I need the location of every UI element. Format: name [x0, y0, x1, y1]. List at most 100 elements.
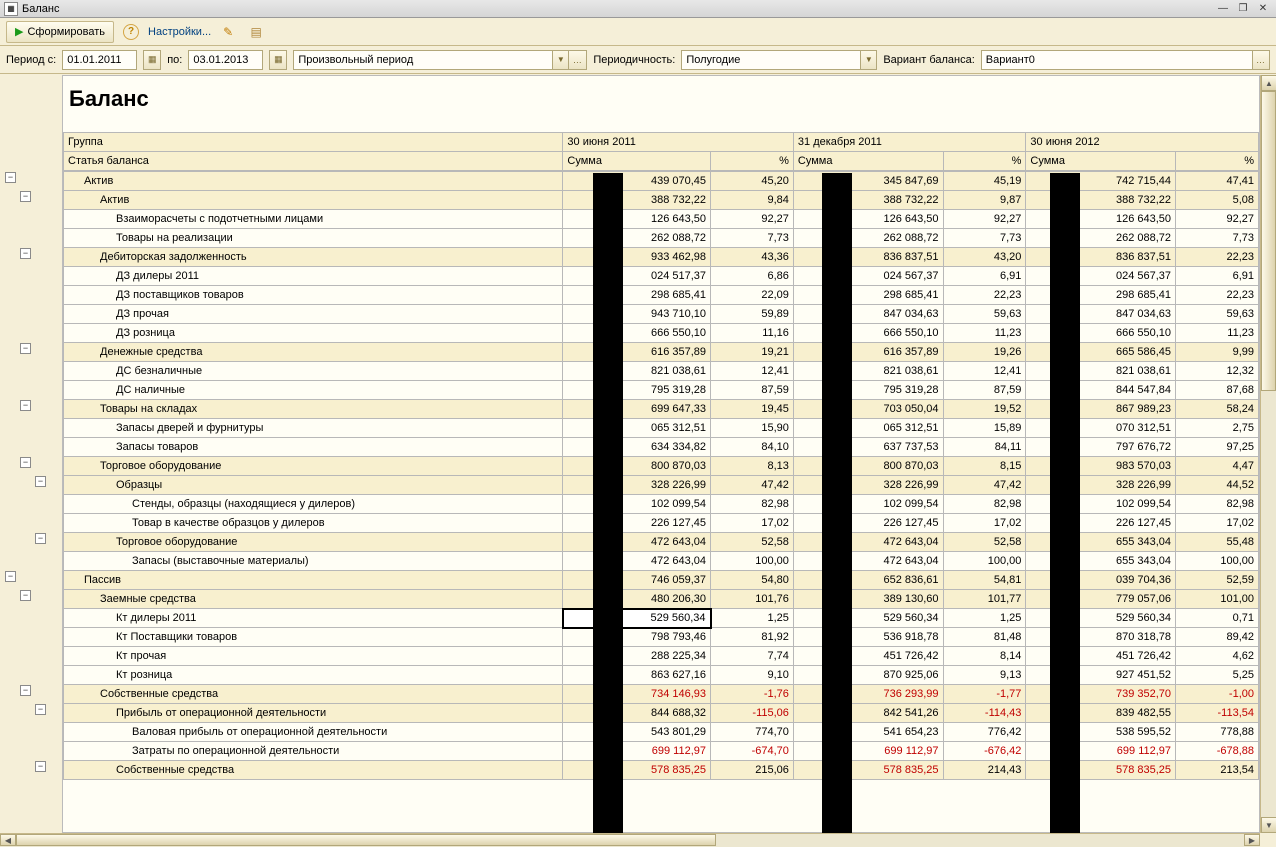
cell-sum: 578 835,25: [793, 761, 943, 780]
row-name: Товары на реализации: [64, 229, 563, 248]
cell-sum: 578 835,25: [563, 761, 711, 780]
cell-sum: 847 034,63: [1026, 305, 1176, 324]
scroll-down-arrow[interactable]: ▼: [1261, 817, 1276, 833]
tree-gutter: −−−−−−−−−−−−−: [0, 75, 62, 833]
horizontal-scrollbar[interactable]: ◀ ▶: [0, 833, 1260, 847]
row-name: Запасы (выставочные материалы): [64, 552, 563, 571]
generate-button[interactable]: ▶ Сформировать: [6, 21, 114, 43]
scroll-thumb[interactable]: [1261, 91, 1276, 391]
cell-sum: 842 541,26: [793, 704, 943, 723]
cell-sum: 529 560,34: [793, 609, 943, 628]
cell-pct: 47,42: [711, 476, 794, 495]
wand-icon: ✎: [223, 25, 233, 39]
period-from-label: Период с:: [6, 54, 56, 66]
tree-toggle[interactable]: −: [35, 761, 46, 772]
cell-pct: 11,16: [711, 324, 794, 343]
row-name: ДЗ дилеры 2011: [64, 267, 563, 286]
cell-pct: 776,42: [943, 723, 1026, 742]
cell-sum: 637 737,53: [793, 438, 943, 457]
scroll-thumb[interactable]: [16, 834, 716, 846]
tool-icon-1[interactable]: ✎: [217, 21, 239, 43]
cell-pct: 22,23: [1176, 286, 1259, 305]
cell-sum: 472 643,04: [563, 533, 711, 552]
tool-icon-2[interactable]: ▤: [245, 21, 267, 43]
cell-sum: 666 550,10: [1026, 324, 1176, 343]
row-name: Взаиморасчеты с подотчетными лицами: [64, 210, 563, 229]
cell-sum: 699 112,97: [563, 742, 711, 761]
cell-pct: 7,73: [1176, 229, 1259, 248]
cell-sum: 800 870,03: [563, 457, 711, 476]
cell-sum: 288 225,34: [563, 647, 711, 666]
minimize-button[interactable]: —: [1214, 2, 1232, 16]
cell-pct: -1,76: [711, 685, 794, 704]
close-button[interactable]: ✕: [1254, 2, 1272, 16]
vertical-scrollbar[interactable]: ▲ ▼: [1260, 75, 1276, 833]
cell-sum: 039 704,36: [1026, 571, 1176, 590]
tree-toggle[interactable]: −: [35, 476, 46, 487]
period-from-input[interactable]: [62, 50, 137, 70]
row-name: Торговое оборудование: [64, 457, 563, 476]
tree-toggle[interactable]: −: [5, 571, 16, 582]
cell-sum: 472 643,04: [563, 552, 711, 571]
period-to-input[interactable]: [188, 50, 263, 70]
tree-toggle[interactable]: −: [35, 704, 46, 715]
tree-toggle[interactable]: −: [20, 191, 31, 202]
cell-sum: 797 676,72: [1026, 438, 1176, 457]
variant-combo[interactable]: [981, 50, 1253, 70]
cell-sum: 779 057,06: [1026, 590, 1176, 609]
tree-toggle[interactable]: −: [20, 248, 31, 259]
cell-pct: 101,77: [943, 590, 1026, 609]
periodicity-label: Периодичность:: [593, 54, 675, 66]
calendar-from-button[interactable]: ▦: [143, 50, 161, 70]
cell-sum: 328 226,99: [1026, 476, 1176, 495]
cell-sum: 655 343,04: [1026, 552, 1176, 571]
scroll-up-arrow[interactable]: ▲: [1261, 75, 1276, 91]
combo-arrow[interactable]: ▼: [553, 50, 569, 70]
variant-dots-button[interactable]: …: [1253, 50, 1270, 70]
calendar-icon: ▦: [148, 54, 157, 65]
scroll-right-arrow[interactable]: ▶: [1244, 834, 1260, 846]
cell-pct: 9,87: [943, 191, 1026, 210]
generate-label: Сформировать: [27, 26, 105, 38]
cell-pct: 8,13: [711, 457, 794, 476]
cell-sum: 863 627,16: [563, 666, 711, 685]
tree-toggle[interactable]: −: [20, 400, 31, 411]
settings-link[interactable]: Настройки...: [148, 26, 211, 38]
cell-sum: 226 127,45: [563, 514, 711, 533]
cell-pct: 12,32: [1176, 362, 1259, 381]
tree-toggle[interactable]: −: [20, 457, 31, 468]
row-name: ДС безналичные: [64, 362, 563, 381]
scroll-left-arrow[interactable]: ◀: [0, 834, 16, 846]
cell-pct: 54,80: [711, 571, 794, 590]
combo-arrow[interactable]: ▼: [861, 50, 877, 70]
cell-pct: 214,43: [943, 761, 1026, 780]
cell-pct: 4,62: [1176, 647, 1259, 666]
cell-sum: 439 070,45: [563, 172, 711, 191]
free-period-combo[interactable]: [293, 50, 553, 70]
redaction-bar: [593, 173, 623, 833]
report-header: Группа 30 июня 2011 31 декабря 2011 30 и…: [63, 132, 1259, 171]
help-button[interactable]: ?: [120, 21, 142, 43]
cell-pct: 19,21: [711, 343, 794, 362]
cell-pct: 17,02: [1176, 514, 1259, 533]
maximize-button[interactable]: ❐: [1234, 2, 1252, 16]
header-article: Статья баланса: [64, 152, 563, 171]
cell-sum: 844 688,32: [563, 704, 711, 723]
period-dots-button[interactable]: …: [569, 50, 587, 70]
periodicity-combo[interactable]: [681, 50, 861, 70]
cell-pct: 54,81: [943, 571, 1026, 590]
cell-sum: 102 099,54: [563, 495, 711, 514]
tree-toggle[interactable]: −: [20, 343, 31, 354]
tree-toggle[interactable]: −: [20, 685, 31, 696]
cell-sum: 870 318,78: [1026, 628, 1176, 647]
calendar-to-button[interactable]: ▦: [269, 50, 287, 70]
tree-toggle[interactable]: −: [35, 533, 46, 544]
cell-pct: 44,52: [1176, 476, 1259, 495]
cell-sum: 126 643,50: [793, 210, 943, 229]
cell-sum: 226 127,45: [793, 514, 943, 533]
cell-sum: 798 793,46: [563, 628, 711, 647]
tree-toggle[interactable]: −: [20, 590, 31, 601]
row-name: Кт розница: [64, 666, 563, 685]
cell-sum: 578 835,25: [1026, 761, 1176, 780]
tree-toggle[interactable]: −: [5, 172, 16, 183]
